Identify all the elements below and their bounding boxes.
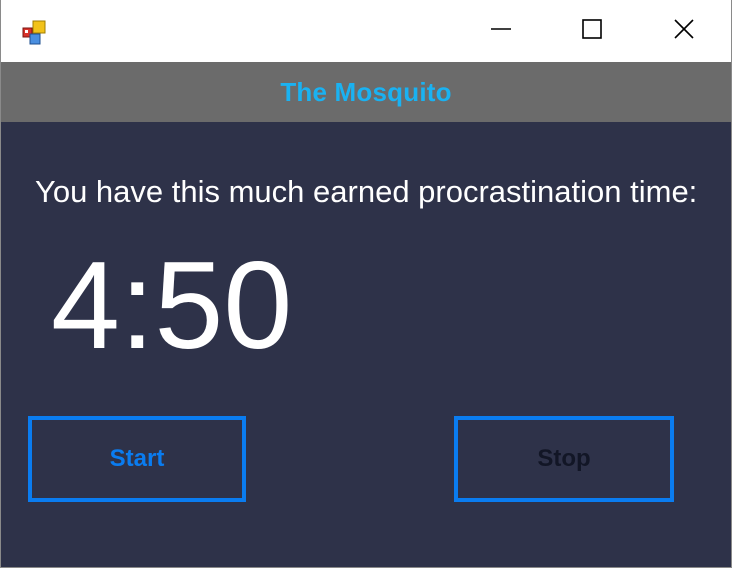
timer-display: 4:50: [51, 237, 293, 375]
header-band: The Mosquito: [1, 62, 731, 122]
app-icon[interactable]: [21, 20, 47, 46]
maximize-button[interactable]: [546, 0, 638, 62]
close-icon: [673, 18, 695, 45]
app-title: The Mosquito: [280, 76, 452, 107]
app-window: The Mosquito You have this much earned p…: [0, 0, 732, 568]
stop-button[interactable]: Stop: [454, 416, 674, 502]
start-button[interactable]: Start: [28, 416, 246, 502]
close-button[interactable]: [638, 0, 730, 62]
title-bar[interactable]: [1, 0, 731, 62]
procrastination-prompt: You have this much earned procrastinatio…: [35, 174, 698, 209]
maximize-icon: [581, 18, 603, 45]
minimize-button[interactable]: [455, 0, 547, 62]
minimize-icon: [490, 18, 512, 45]
